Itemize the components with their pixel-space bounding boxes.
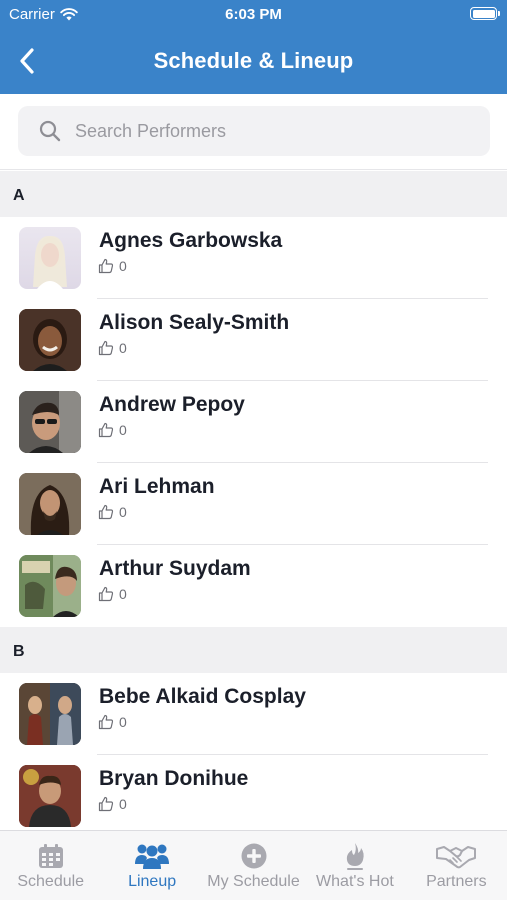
search-input[interactable] <box>75 120 455 142</box>
like-count-value: 0 <box>119 796 127 812</box>
tab-whats-hot[interactable]: What's Hot <box>304 831 405 900</box>
performer-row[interactable]: Bebe Alkaid Cosplay 0 <box>0 673 507 755</box>
section-header-a: A <box>0 171 507 217</box>
like-count-value: 0 <box>119 340 127 356</box>
tab-lineup[interactable]: Lineup <box>101 831 202 900</box>
search-icon <box>39 120 61 142</box>
performer-name: Alison Sealy-Smith <box>99 311 290 334</box>
tab-partners[interactable]: Partners <box>406 831 507 900</box>
flame-icon <box>346 843 364 870</box>
section-header-b: B <box>0 627 507 673</box>
tab-schedule[interactable]: Schedule <box>0 831 101 900</box>
calendar-icon <box>38 844 63 868</box>
performer-avatar <box>19 227 81 289</box>
like-count-value: 0 <box>119 422 127 438</box>
performer-row[interactable]: Andrew Pepoy 0 <box>0 381 507 463</box>
nav-bar: Schedule & Lineup <box>0 30 507 92</box>
tab-label: Partners <box>426 873 487 890</box>
performer-name: Agnes Garbowska <box>99 229 283 252</box>
like-count[interactable]: 0 <box>98 714 127 730</box>
thumbs-up-icon <box>98 714 114 730</box>
performer-avatar <box>19 683 81 745</box>
performer-row[interactable]: Bryan Donihue 0 <box>0 755 507 837</box>
like-count-value: 0 <box>119 714 127 730</box>
tab-my-schedule[interactable]: My Schedule <box>203 831 304 900</box>
performer-row[interactable]: Alison Sealy-Smith 0 <box>0 299 507 381</box>
performer-avatar <box>19 765 81 827</box>
like-count[interactable]: 0 <box>98 586 127 602</box>
tab-label: My Schedule <box>207 873 300 890</box>
status-time: 6:03 PM <box>225 6 282 23</box>
tab-label: Schedule <box>17 873 85 890</box>
thumbs-up-icon <box>98 504 114 520</box>
performer-row[interactable]: Arthur Suydam 0 <box>0 545 507 627</box>
page-title: Schedule & Lineup <box>153 48 354 73</box>
tab-label: Lineup <box>128 873 177 890</box>
plus-circle-icon <box>241 843 267 869</box>
thumbs-up-icon <box>98 796 114 812</box>
header-bar: Carrier 6:03 PM Schedule & Lineup <box>0 0 507 94</box>
tab-bar: Schedule Lineup My Schedule What's Hot P… <box>0 830 507 900</box>
performer-name: Andrew Pepoy <box>99 393 245 416</box>
status-bar: Carrier 6:03 PM <box>0 0 507 28</box>
performer-name: Bebe Alkaid Cosplay <box>99 685 306 708</box>
like-count-value: 0 <box>119 586 127 602</box>
performer-avatar <box>19 473 81 535</box>
performer-name: Bryan Donihue <box>99 767 249 790</box>
performer-avatar <box>19 555 81 617</box>
performer-avatar <box>19 391 81 453</box>
thumbs-up-icon <box>98 586 114 602</box>
like-count[interactable]: 0 <box>98 422 127 438</box>
tab-label: What's Hot <box>316 873 394 890</box>
thumbs-up-icon <box>98 258 114 274</box>
thumbs-up-icon <box>98 422 114 438</box>
like-count-value: 0 <box>119 504 127 520</box>
performer-row[interactable]: Ari Lehman 0 <box>0 463 507 545</box>
thumbs-up-icon <box>98 340 114 356</box>
performer-row[interactable]: Agnes Garbowska 0 <box>0 217 507 299</box>
search-bar-container <box>0 94 507 170</box>
performer-name: Ari Lehman <box>99 475 215 498</box>
performer-avatar <box>19 309 81 371</box>
like-count[interactable]: 0 <box>98 258 127 274</box>
like-count[interactable]: 0 <box>98 504 127 520</box>
like-count[interactable]: 0 <box>98 340 127 356</box>
like-count-value: 0 <box>119 258 127 274</box>
handshake-icon <box>436 846 477 869</box>
people-icon <box>135 844 170 869</box>
performer-name: Arthur Suydam <box>99 557 251 580</box>
like-count[interactable]: 0 <box>98 796 127 812</box>
battery-icon <box>470 7 500 20</box>
search-bar[interactable] <box>18 106 490 156</box>
